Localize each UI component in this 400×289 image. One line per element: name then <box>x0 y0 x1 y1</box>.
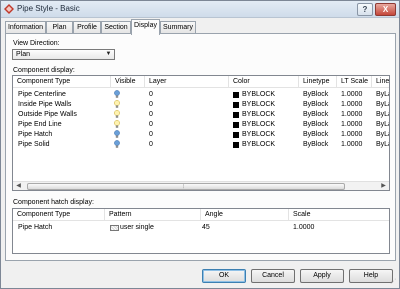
color-cell[interactable]: BYBLOCK <box>242 140 275 150</box>
view-direction-value: Plan <box>16 51 31 58</box>
lt-scale-cell[interactable]: 1.0000 <box>341 90 362 100</box>
close-button[interactable]: X <box>375 3 396 16</box>
scroll-right-icon[interactable]: ▶ <box>379 182 388 190</box>
lineweight-cell[interactable]: ByLa <box>376 110 389 120</box>
layer-cell[interactable]: 0 <box>149 140 153 150</box>
color-cell[interactable]: BYBLOCK <box>242 100 275 110</box>
lightbulb-icon[interactable] <box>114 130 120 139</box>
title-bar: Pipe Style - Basic ? X <box>1 1 399 18</box>
component-type-cell: Outside Pipe Walls <box>18 111 77 118</box>
color-swatch-icon <box>233 142 239 148</box>
lt-scale-cell[interactable]: 1.0000 <box>341 120 362 130</box>
table-row[interactable]: Pipe Hatch user single 45 1.0000 <box>13 223 389 233</box>
column-header-scale[interactable]: Scale <box>289 209 389 221</box>
lineweight-cell[interactable]: ByLa <box>376 90 389 100</box>
table-row[interactable]: Outside Pipe Walls 0 BYBLOCK ByBlock 1.0… <box>13 110 389 120</box>
chevron-down-icon: ▼ <box>105 51 112 57</box>
horizontal-scrollbar[interactable]: ◀ ⦙ ▶ <box>13 181 389 190</box>
component-type-cell: Pipe End Line <box>18 121 62 128</box>
component-type-cell: Pipe Hatch <box>18 131 53 138</box>
component-type-cell: Pipe Hatch <box>18 224 53 231</box>
lightbulb-icon[interactable] <box>114 90 120 99</box>
lt-scale-cell[interactable]: 1.0000 <box>341 130 362 140</box>
lightbulb-icon[interactable] <box>114 140 120 149</box>
color-cell[interactable]: BYBLOCK <box>242 110 275 120</box>
window-title: Pipe Style - Basic <box>17 4 80 13</box>
cancel-button[interactable]: Cancel <box>251 269 295 283</box>
hatch-display-label: Component hatch display: <box>13 199 94 206</box>
lt-scale-cell[interactable]: 1.0000 <box>341 100 362 110</box>
component-type-cell: Pipe Solid <box>18 141 50 148</box>
lineweight-cell[interactable]: ByLa <box>376 130 389 140</box>
component-display-label: Component display: <box>13 67 75 74</box>
lt-scale-cell[interactable]: 1.0000 <box>341 140 362 150</box>
component-type-cell: Pipe Centerline <box>18 91 66 98</box>
column-header-angle[interactable]: Angle <box>201 209 289 221</box>
title-help-button[interactable]: ? <box>357 3 373 16</box>
column-header-lt-scale[interactable]: LT Scale <box>337 76 372 88</box>
ok-button[interactable]: OK <box>202 269 246 283</box>
hatch-display-grid: Component Type Pattern Angle Scale Pipe … <box>12 208 390 254</box>
angle-cell[interactable]: 45 <box>202 223 210 233</box>
lt-scale-cell[interactable]: 1.0000 <box>341 110 362 120</box>
table-row[interactable]: Pipe Solid 0 BYBLOCK ByBlock 1.0000 ByLa <box>13 140 389 150</box>
column-header-pattern[interactable]: Pattern <box>105 209 201 221</box>
linetype-cell[interactable]: ByBlock <box>303 110 328 120</box>
color-swatch-icon <box>233 132 239 138</box>
scale-cell[interactable]: 1.0000 <box>293 223 314 233</box>
lightbulb-icon[interactable] <box>114 110 120 119</box>
linetype-cell[interactable]: ByBlock <box>303 90 328 100</box>
component-type-cell: Inside Pipe Walls <box>18 101 72 108</box>
lineweight-cell[interactable]: ByLa <box>376 140 389 150</box>
layer-cell[interactable]: 0 <box>149 100 153 110</box>
lineweight-cell[interactable]: ByLa <box>376 100 389 110</box>
column-header-linetype[interactable]: Linetype <box>299 76 337 88</box>
lightbulb-icon[interactable] <box>114 120 120 129</box>
color-swatch-icon <box>233 112 239 118</box>
view-direction-select[interactable]: Plan ▼ <box>12 49 115 60</box>
layer-cell[interactable]: 0 <box>149 90 153 100</box>
tab-display[interactable]: Display <box>131 19 160 35</box>
lineweight-cell[interactable]: ByLa <box>376 120 389 130</box>
column-header-layer[interactable]: Layer <box>145 76 229 88</box>
color-swatch-icon <box>233 102 239 108</box>
view-direction-label: View Direction: <box>13 40 60 47</box>
app-icon <box>4 4 14 14</box>
grip-icon: ⦙ <box>183 184 185 190</box>
column-header-component-type[interactable]: Component Type <box>13 76 111 88</box>
scrollbar-thumb[interactable]: ⦙ <box>27 183 345 190</box>
layer-cell[interactable]: 0 <box>149 110 153 120</box>
table-row[interactable]: Pipe Hatch 0 BYBLOCK ByBlock 1.0000 ByLa <box>13 130 389 140</box>
resize-grip-icon[interactable]: ⋰ <box>390 279 397 286</box>
table-row[interactable]: Pipe End Line 0 BYBLOCK ByBlock 1.0000 B… <box>13 120 389 130</box>
column-header-visible[interactable]: Visible <box>111 76 145 88</box>
component-display-grid: Component Type Visible Layer Color Linet… <box>12 75 390 191</box>
linetype-cell[interactable]: ByBlock <box>303 120 328 130</box>
hatch-pattern-icon <box>110 225 119 231</box>
column-header-color[interactable]: Color <box>229 76 299 88</box>
column-header-line[interactable]: Line <box>372 76 389 88</box>
pipe-style-dialog: Pipe Style - Basic ? X Information Plan … <box>0 0 400 289</box>
scroll-left-icon[interactable]: ◀ <box>14 182 23 190</box>
layer-cell[interactable]: 0 <box>149 120 153 130</box>
table-row[interactable]: Inside Pipe Walls 0 BYBLOCK ByBlock 1.00… <box>13 100 389 110</box>
table-row[interactable]: Pipe Centerline 0 BYBLOCK ByBlock 1.0000… <box>13 90 389 100</box>
pattern-cell[interactable]: user single <box>120 223 154 233</box>
color-swatch-icon <box>233 92 239 98</box>
apply-button[interactable]: Apply <box>300 269 344 283</box>
color-cell[interactable]: BYBLOCK <box>242 90 275 100</box>
help-button[interactable]: Help <box>349 269 393 283</box>
color-cell[interactable]: BYBLOCK <box>242 130 275 140</box>
linetype-cell[interactable]: ByBlock <box>303 100 328 110</box>
linetype-cell[interactable]: ByBlock <box>303 140 328 150</box>
color-swatch-icon <box>233 122 239 128</box>
linetype-cell[interactable]: ByBlock <box>303 130 328 140</box>
column-header-component-type[interactable]: Component Type <box>13 209 105 221</box>
lightbulb-icon[interactable] <box>114 100 120 109</box>
color-cell[interactable]: BYBLOCK <box>242 120 275 130</box>
layer-cell[interactable]: 0 <box>149 130 153 140</box>
